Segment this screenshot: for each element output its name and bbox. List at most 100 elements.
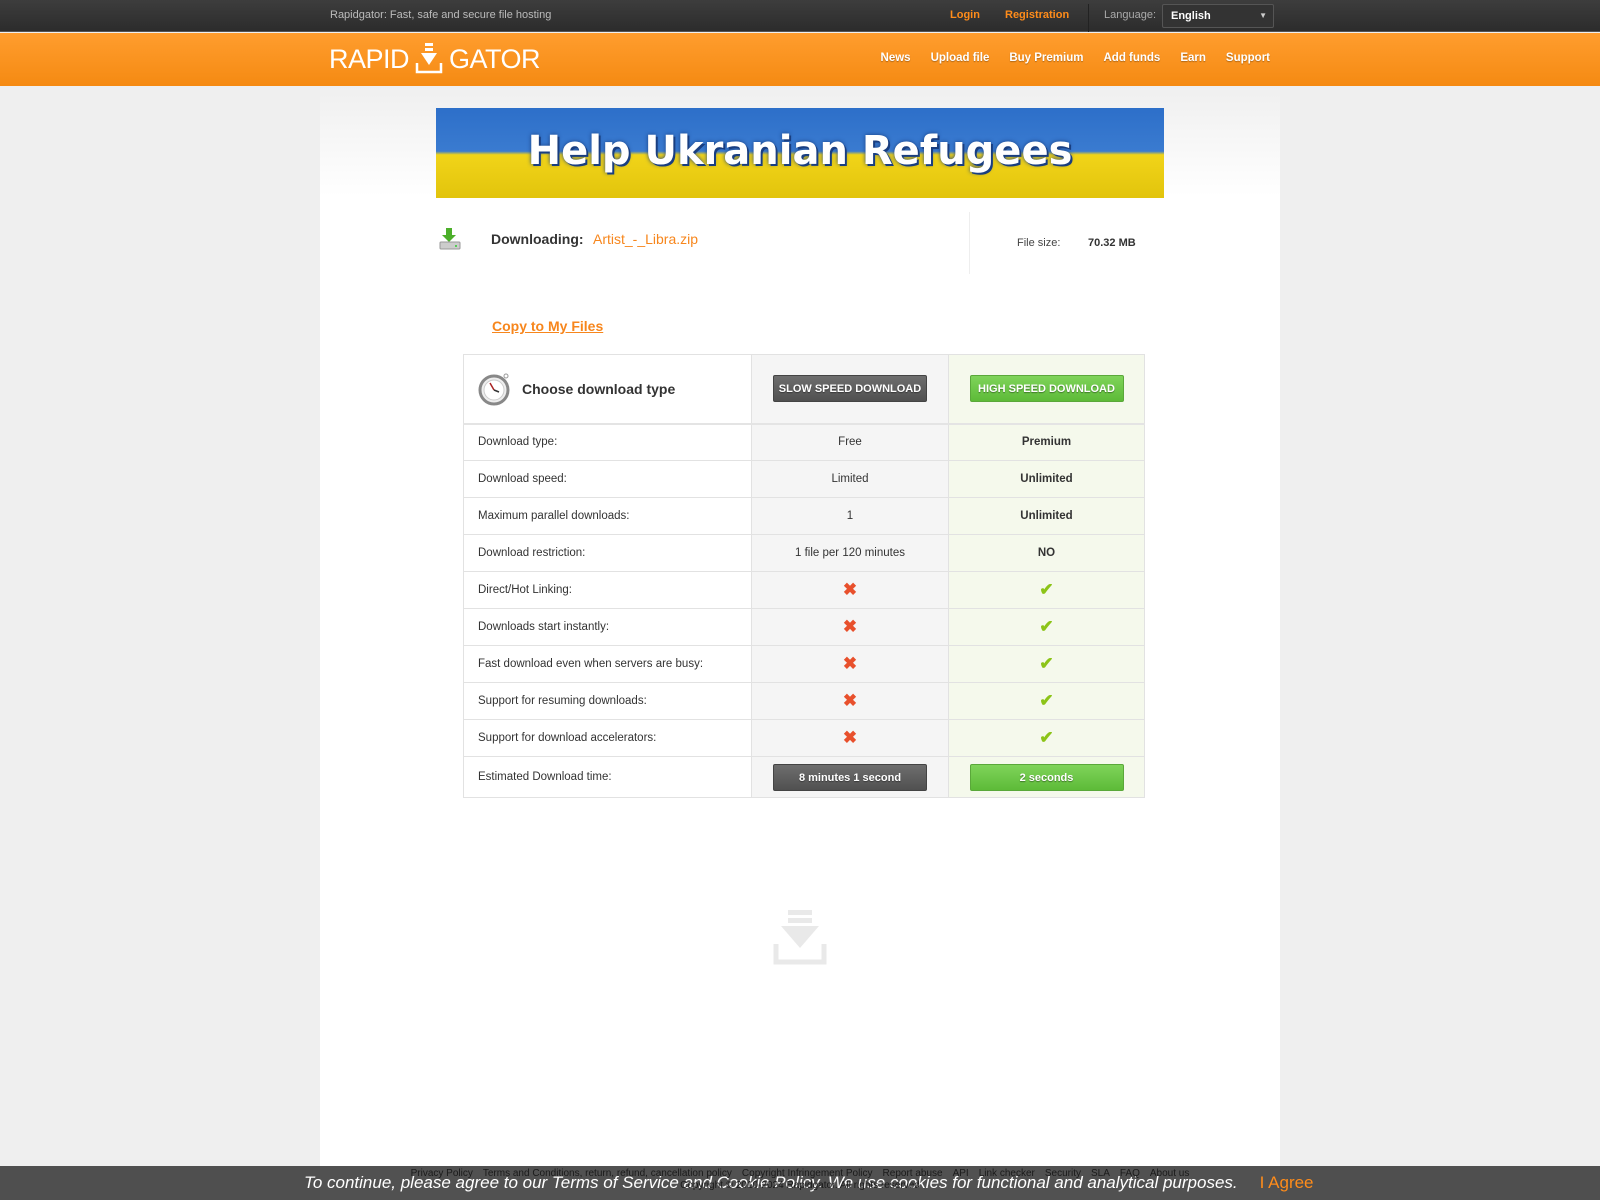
footer: Privacy Policy Terms and Conditions, retu… <box>320 1168 1280 1192</box>
footer-link[interactable]: Link checker <box>979 1168 1035 1179</box>
premium-cell: ✔ <box>948 608 1145 646</box>
high-speed-download-button[interactable]: HIGH SPEED DOWNLOAD <box>969 375 1124 403</box>
footer-link[interactable]: Copyright Infringement Policy <box>742 1168 873 1179</box>
cross-icon: ✖ <box>842 691 858 710</box>
language-label: Language: <box>1104 9 1156 21</box>
row-label: Estimated Download time: <box>463 756 752 798</box>
slow-estimate-button[interactable]: 8 minutes 1 second <box>773 763 927 791</box>
free-cell: 8 minutes 1 second <box>751 756 949 798</box>
check-icon: ✔ <box>1039 617 1054 636</box>
free-cell: 1 <box>751 497 949 535</box>
check-icon: ✔ <box>1039 691 1054 710</box>
premium-cell: 2 seconds <box>948 756 1145 798</box>
row-label: Downloads start instantly: <box>463 608 752 646</box>
logo-text-right: GATOR <box>449 43 541 74</box>
registration-link[interactable]: Registration <box>1005 9 1069 21</box>
free-cell: ✖ <box>751 571 949 609</box>
high-header-cell: HIGH SPEED DOWNLOAD <box>948 354 1145 425</box>
nav-news[interactable]: News <box>881 52 911 64</box>
footer-link[interactable]: Report abuse <box>883 1168 943 1179</box>
top-bar: Rapidgator: Fast, safe and secure file h… <box>0 0 1600 32</box>
main-header: RAPID GATOR News Upload file Buy Premium… <box>0 33 1600 86</box>
nav-support[interactable]: Support <box>1226 52 1270 64</box>
table-row: Direct/Hot Linking: ✖ ✔ <box>463 571 1145 609</box>
ukraine-banner[interactable]: Help Ukranian Refugees <box>436 108 1164 198</box>
row-label: Download type: <box>463 423 752 461</box>
cross-icon: ✖ <box>842 580 858 599</box>
table-row: Maximum parallel downloads: 1 Unlimited <box>463 497 1145 535</box>
cross-icon: ✖ <box>842 617 858 636</box>
table-header-row: Choose download type SLOW SPEED DOWNLOAD… <box>463 354 1145 425</box>
row-label: Download speed: <box>463 460 752 498</box>
free-cell: ✖ <box>751 608 949 646</box>
premium-cell: Premium <box>948 423 1145 461</box>
divider <box>1088 4 1089 32</box>
footer-link[interactable]: About us <box>1150 1168 1189 1179</box>
high-estimate-button[interactable]: 2 seconds <box>969 763 1124 791</box>
premium-cell: Unlimited <box>948 497 1145 535</box>
download-arrow-icon <box>415 43 443 74</box>
row-label: Maximum parallel downloads: <box>463 497 752 535</box>
nav-add-funds[interactable]: Add funds <box>1103 52 1160 64</box>
row-label: Support for resuming downloads: <box>463 682 752 720</box>
free-cell: 1 file per 120 minutes <box>751 534 949 572</box>
file-size-label: File size: <box>1017 237 1061 249</box>
table-row: Downloads start instantly: ✖ ✔ <box>463 608 1145 646</box>
banner-text: Help Ukranian Refugees <box>527 128 1073 174</box>
free-cell: Limited <box>751 460 949 498</box>
logo[interactable]: RAPID GATOR <box>329 43 541 75</box>
row-label: Support for download accelerators: <box>463 719 752 757</box>
free-cell: Free <box>751 423 949 461</box>
premium-cell: Unlimited <box>948 460 1145 498</box>
premium-cell: NO <box>948 534 1145 572</box>
file-name: Artist_-_Libra.zip <box>593 231 699 247</box>
estimated-time-row: Estimated Download time: 8 minutes 1 sec… <box>463 756 1145 798</box>
nav-earn[interactable]: Earn <box>1180 52 1206 64</box>
cross-icon: ✖ <box>842 654 858 673</box>
free-cell: ✖ <box>751 682 949 720</box>
table-row: Download type: Free Premium <box>463 423 1145 461</box>
table-row: Download speed: Limited Unlimited <box>463 460 1145 498</box>
table-row: Fast download even when servers are busy… <box>463 645 1145 683</box>
language-value: English <box>1171 10 1211 22</box>
logo-text-left: RAPID <box>329 43 410 74</box>
free-cell: ✖ <box>751 719 949 757</box>
footer-link[interactable]: SLA <box>1091 1168 1110 1179</box>
login-link[interactable]: Login <box>950 9 980 21</box>
check-icon: ✔ <box>1039 580 1054 599</box>
row-label: Fast download even when servers are busy… <box>463 645 752 683</box>
nav-buy-premium[interactable]: Buy Premium <box>1009 52 1083 64</box>
slow-header-cell: SLOW SPEED DOWNLOAD <box>751 354 949 425</box>
download-watermark-icon <box>773 910 827 965</box>
file-size-value: 70.32 MB <box>1088 237 1136 249</box>
table-row: Support for resuming downloads: ✖ ✔ <box>463 682 1145 720</box>
language-select[interactable]: English ▼ <box>1162 4 1274 28</box>
footer-link[interactable]: Terms and Conditions, return, refund, ca… <box>483 1168 732 1179</box>
footer-links: Privacy Policy Terms and Conditions, retu… <box>320 1168 1280 1180</box>
chevron-down-icon: ▼ <box>1259 11 1267 20</box>
main-nav: News Upload file Buy Premium Add funds E… <box>881 52 1270 64</box>
row-label: Download restriction: <box>463 534 752 572</box>
divider <box>969 212 970 274</box>
downloading-label: Downloading: <box>491 231 584 247</box>
nav-upload-file[interactable]: Upload file <box>931 52 990 64</box>
copy-to-my-files-link[interactable]: Copy to My Files <box>492 318 603 334</box>
cross-icon: ✖ <box>842 728 858 747</box>
row-label: Direct/Hot Linking: <box>463 571 752 609</box>
check-icon: ✔ <box>1039 728 1054 747</box>
slow-speed-download-button[interactable]: SLOW SPEED DOWNLOAD <box>773 375 927 403</box>
premium-cell: ✔ <box>948 719 1145 757</box>
file-download-icon <box>439 228 461 250</box>
table-row: Support for download accelerators: ✖ ✔ <box>463 719 1145 757</box>
check-icon: ✔ <box>1039 654 1054 673</box>
footer-link[interactable]: FAQ <box>1120 1168 1140 1179</box>
footer-link[interactable]: Security <box>1045 1168 1081 1179</box>
table-row: Download restriction: 1 file per 120 minu… <box>463 534 1145 572</box>
tagline: Rapidgator: Fast, safe and secure file h… <box>330 9 552 21</box>
choose-title: Choose download type <box>522 380 676 397</box>
premium-cell: ✔ <box>948 682 1145 720</box>
footer-link[interactable]: Privacy Policy <box>411 1168 473 1179</box>
stopwatch-icon <box>478 373 510 406</box>
footer-link[interactable]: API <box>953 1168 969 1179</box>
choose-cell: Choose download type <box>463 354 752 425</box>
